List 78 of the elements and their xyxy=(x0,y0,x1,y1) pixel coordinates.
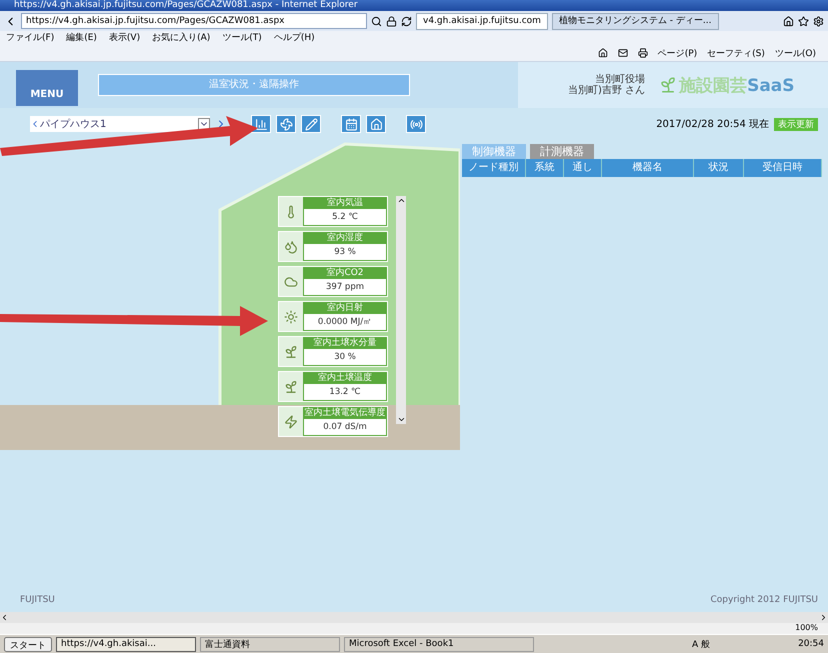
toolbar-button[interactable] xyxy=(366,115,386,133)
taskbar-item[interactable]: https://v4.gh.akisai... xyxy=(56,636,196,652)
menu-button[interactable]: MENU xyxy=(16,70,78,106)
toolbar-button[interactable] xyxy=(341,115,361,133)
copyright-text: Copyright 2012 FUJITSU xyxy=(710,595,818,605)
sensor-value: 0.0000 MJ/㎡ xyxy=(304,314,386,330)
lock-icon xyxy=(386,16,397,26)
command-item[interactable]: ツール(O) xyxy=(774,46,816,60)
user-name: 当別町)吉野 さん xyxy=(568,85,646,96)
sensor-value: 397 ppm xyxy=(304,279,386,295)
scrollbar[interactable] xyxy=(396,196,406,424)
scroll-down-icon[interactable] xyxy=(396,415,406,424)
sensor-value: 0.07 dS/m xyxy=(304,419,386,435)
house-select[interactable]: パイプハウス1 xyxy=(30,116,210,132)
clock: 20:54 xyxy=(798,639,824,649)
menu-item[interactable]: 編集(E) xyxy=(66,31,97,45)
star-icon[interactable] xyxy=(798,16,809,26)
menu-item[interactable]: ファイル(F) xyxy=(6,31,54,45)
scroll-left-icon[interactable] xyxy=(0,613,9,622)
window-title: https://v4.gh.akisai.jp.fujitsu.com/Pages/GCAZW081.aspx - Internet Explorer xyxy=(0,0,828,11)
sensor-value: 13.2 ℃ xyxy=(304,384,386,400)
sensor-icon xyxy=(284,274,298,288)
printer-icon[interactable] xyxy=(638,48,648,58)
taskbar-item[interactable]: 富士通資料 xyxy=(200,636,340,652)
home-icon[interactable] xyxy=(783,16,794,26)
house-name: パイプハウス1 xyxy=(40,118,106,131)
organization-name: 当別町役場 xyxy=(595,74,646,85)
home-icon[interactable] xyxy=(598,48,608,58)
calendar-icon xyxy=(344,118,358,130)
chart-icon xyxy=(254,118,268,130)
command-item[interactable]: ページ(P) xyxy=(658,46,698,60)
radio-icon xyxy=(410,118,422,130)
toolbar-button[interactable] xyxy=(301,115,321,133)
sensor-value: 93 % xyxy=(304,244,386,260)
sensor-name: 室内土壌温度 xyxy=(317,372,373,384)
sensor-name: 室内日射 xyxy=(326,302,364,314)
sprout-icon xyxy=(659,76,678,94)
search-icon[interactable] xyxy=(371,16,382,26)
menu-item[interactable]: 表示(V) xyxy=(108,31,140,45)
refresh-icon[interactable] xyxy=(401,16,412,26)
address-field[interactable]: https://v4.gh.akisai.jp.fujitsu.com/Pages/GCAZW081.aspx xyxy=(21,13,367,29)
ime-indicator[interactable]: A 般 xyxy=(692,638,710,650)
command-item[interactable]: セーフティ(S) xyxy=(707,46,765,60)
zoom-level[interactable]: 100% xyxy=(795,623,818,634)
sensor-icon xyxy=(284,414,298,428)
menu-item[interactable]: お気に入り(A) xyxy=(152,31,210,45)
taskbar-item[interactable]: Microsoft Excel - Book1 xyxy=(344,636,534,652)
scroll-up-icon[interactable] xyxy=(396,196,406,205)
footer-brand: FUJITSU xyxy=(20,595,55,605)
house-icon xyxy=(370,118,382,130)
sensor-name: 室内土壌水分量 xyxy=(312,337,378,349)
menu-item[interactable]: ヘルプ(H) xyxy=(274,31,315,45)
horizontal-scrollbar[interactable] xyxy=(0,612,828,623)
sensor-icon xyxy=(284,240,298,254)
menu-item[interactable]: ツール(T) xyxy=(222,31,262,45)
browser-tab[interactable]: v4.gh.akisai.jp.fujitsu.com xyxy=(416,12,548,30)
scroll-right-icon[interactable] xyxy=(819,613,828,622)
pencil-icon xyxy=(304,118,318,130)
sensor-name: 室内土壌電気伝導度 xyxy=(304,407,386,419)
toolbar-button[interactable] xyxy=(251,115,271,133)
sensor-icon xyxy=(284,344,298,358)
settings-icon[interactable] xyxy=(813,16,824,26)
sensor-icon xyxy=(284,380,298,394)
toolbar-button[interactable] xyxy=(406,115,426,133)
page-title: 温室状況・遠隔操作 xyxy=(98,74,410,96)
fan-icon xyxy=(280,118,292,130)
sensor-value: 30 % xyxy=(304,349,386,365)
toolbar-button[interactable] xyxy=(276,115,296,133)
start-button[interactable]: スタート xyxy=(4,636,52,652)
browser-tab[interactable]: 植物モニタリングシステム - ディー... xyxy=(552,12,718,30)
mail-icon[interactable] xyxy=(618,48,628,58)
sensor-name: 室内CO2 xyxy=(325,267,365,279)
sensor-icon xyxy=(284,310,298,324)
timestamp: 2017/02/28 20:54 現在 xyxy=(656,118,769,131)
sensor-value: 5.2 ℃ xyxy=(304,209,386,225)
sensor-name: 室内湿度 xyxy=(326,232,364,244)
sensor-name: 室内気温 xyxy=(326,197,364,209)
logo-text: 施設園芸SaaS xyxy=(679,74,795,96)
